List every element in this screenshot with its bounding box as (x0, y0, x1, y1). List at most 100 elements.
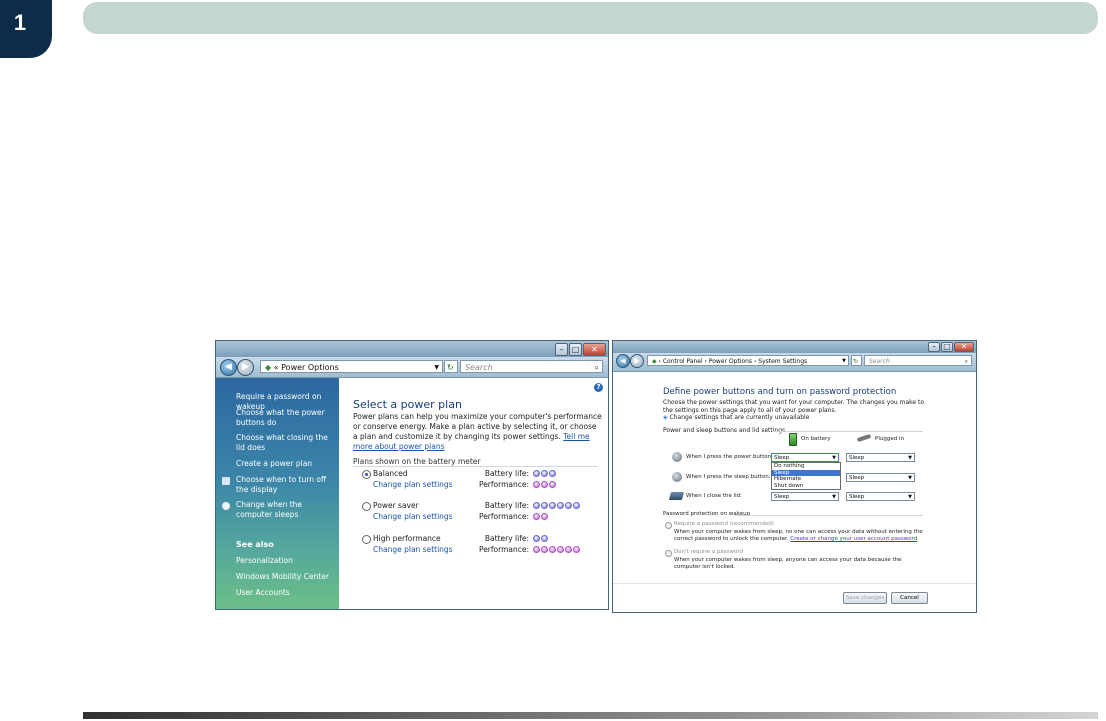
see-also-personalization[interactable]: Personalization (236, 556, 336, 566)
power-button-battery-select[interactable]: Sleep ▼ (771, 453, 839, 462)
battery-label: Battery life: (484, 469, 529, 478)
create-password-link[interactable]: Create or change your user account passw… (790, 536, 917, 542)
meter-dot (565, 502, 572, 509)
performance-meter-power-saver (533, 513, 549, 522)
sidebar-item-closing-lid[interactable]: Choose what closing the lid does (236, 433, 336, 453)
address-field[interactable]: ◆ « Power Options ▼ (260, 360, 443, 373)
meter-dot (541, 470, 548, 477)
power-button-plugged-select[interactable]: Sleep ▼ (846, 453, 915, 462)
meter-dot (533, 502, 540, 509)
chevron-down-icon: ▼ (908, 455, 912, 461)
change-unavailable-settings-link[interactable]: ◈ Change settings that are currently una… (663, 414, 933, 422)
footer-divider (613, 583, 976, 584)
minimize-button[interactable]: – (555, 343, 568, 356)
display-icon (222, 477, 230, 485)
meter-dot (557, 546, 564, 553)
see-also-user-accounts[interactable]: User Accounts (236, 588, 336, 598)
breadcrumb-control-panel[interactable]: Control Panel (663, 358, 703, 365)
plan-radio-high-performance[interactable] (362, 535, 371, 544)
save-changes-button[interactable]: Save changes (843, 592, 887, 604)
meter-dot (541, 535, 548, 542)
search-input[interactable]: Search ⌕ (864, 355, 972, 366)
power-options-window: – □ ✕ ◀ ▶ ◆ « Power Options ▼ ↻ Search ⌕… (215, 340, 609, 610)
meter-dot (541, 502, 548, 509)
page-title: Define power buttons and turn on passwor… (663, 387, 897, 397)
back-button[interactable]: ◀ (220, 359, 237, 376)
section-divider (735, 515, 923, 516)
chevron-down-icon[interactable]: ▼ (434, 361, 439, 374)
chevron-down-icon: ▼ (908, 475, 912, 481)
performance-meter-balanced (533, 481, 557, 490)
sidebar-item-create-plan[interactable]: Create a power plan (236, 459, 336, 469)
title-bar: – □ ✕ (613, 341, 976, 353)
breadcrumb-power-options[interactable]: Power Options (709, 358, 752, 365)
sidebar-item-turn-off-display[interactable]: Choose when to turn off the display (236, 475, 336, 495)
laptop-lid-icon (668, 492, 685, 500)
chapter-number: 1 (13, 10, 27, 35)
change-plan-settings-power-saver[interactable]: Change plan settings (373, 512, 453, 521)
sleep-button-icon (672, 472, 682, 482)
meter-dot (533, 481, 540, 488)
require-password-description: When your computer wakes from sleep, no … (674, 529, 923, 542)
meter-dot (549, 546, 556, 553)
plans-section-label: Plans shown on the battery meter (353, 457, 481, 466)
require-password-radio[interactable] (665, 522, 672, 529)
close-button[interactable]: ✕ (583, 343, 606, 356)
address-bar: ◀ ▶ ◆ « Power Options ▼ ↻ Search ⌕ (216, 357, 608, 378)
title-bar: – □ ✕ (216, 341, 608, 357)
sidebar-item-power-buttons[interactable]: Choose what the power buttons do (236, 408, 336, 428)
close-lid-plugged-select[interactable]: Sleep ▼ (846, 492, 915, 501)
change-plan-settings-balanced[interactable]: Change plan settings (373, 480, 453, 489)
performance-label: Performance: (478, 545, 529, 554)
search-icon[interactable]: ⌕ (595, 361, 599, 374)
battery-label: Battery life: (484, 501, 529, 510)
meter-dot (565, 546, 572, 553)
option-shut-down[interactable]: Shut down (772, 483, 840, 490)
breadcrumb-system-settings[interactable]: System Settings (758, 358, 807, 365)
sleep-button-plugged-select[interactable]: Sleep ▼ (846, 473, 915, 482)
sidebar-item-computer-sleeps[interactable]: Change when the computer sleeps (236, 500, 336, 520)
plan-radio-balanced[interactable] (362, 470, 371, 479)
see-also-mobility-center[interactable]: Windows Mobility Center (236, 572, 336, 582)
cancel-button[interactable]: Cancel (891, 592, 928, 604)
battery-label: Battery life: (484, 534, 529, 543)
folder-icon: ◆ (265, 363, 272, 372)
close-button[interactable]: ✕ (954, 342, 974, 352)
battery-meter-high-performance (533, 535, 549, 544)
maximize-button[interactable]: □ (941, 342, 953, 352)
close-lid-battery-select[interactable]: Sleep ▼ (771, 492, 839, 501)
page-title: Select a power plan (353, 398, 462, 411)
maximize-button[interactable]: □ (569, 343, 582, 356)
battery-meter-balanced (533, 470, 557, 479)
battery-icon (789, 433, 797, 446)
forward-button[interactable]: ▶ (630, 354, 644, 368)
task-sidebar: Require a password on wakeup Choose what… (216, 378, 339, 609)
meter-dot (533, 535, 540, 542)
no-password-radio[interactable] (665, 550, 672, 557)
footer-rule (83, 712, 1098, 719)
back-button[interactable]: ◀ (616, 354, 630, 368)
refresh-button[interactable]: ↻ (444, 360, 458, 373)
meter-dot (533, 513, 540, 520)
search-icon[interactable]: ⌕ (965, 356, 968, 367)
plan-description: Power plans can help you maximize your c… (353, 412, 602, 451)
minimize-button[interactable]: – (928, 342, 940, 352)
section-divider (773, 431, 923, 432)
close-lid-label: When I close the lid: (686, 493, 743, 499)
require-password-label: Require a password (recommended) (674, 521, 774, 527)
change-plan-settings-high-performance[interactable]: Change plan settings (373, 545, 453, 554)
help-icon[interactable]: ? (594, 383, 603, 392)
see-also-heading: See also (236, 540, 274, 549)
buttons-section-label: Power and sleep buttons and lid settings (663, 427, 786, 434)
column-on-battery: On battery (801, 436, 831, 442)
meter-dot (541, 546, 548, 553)
address-field[interactable]: ◆ › Control Panel › Power Options › Syst… (647, 355, 849, 366)
performance-label: Performance: (478, 512, 529, 521)
power-button-label: When I press the power button: (686, 454, 773, 460)
plan-radio-power-saver[interactable] (362, 502, 371, 511)
search-input[interactable]: Search ⌕ (460, 360, 603, 373)
sleep-button-label: When I press the sleep button: (686, 474, 771, 480)
refresh-button[interactable]: ↻ (851, 355, 862, 366)
chevron-down-icon[interactable]: ▼ (842, 356, 846, 367)
forward-button[interactable]: ▶ (237, 359, 254, 376)
